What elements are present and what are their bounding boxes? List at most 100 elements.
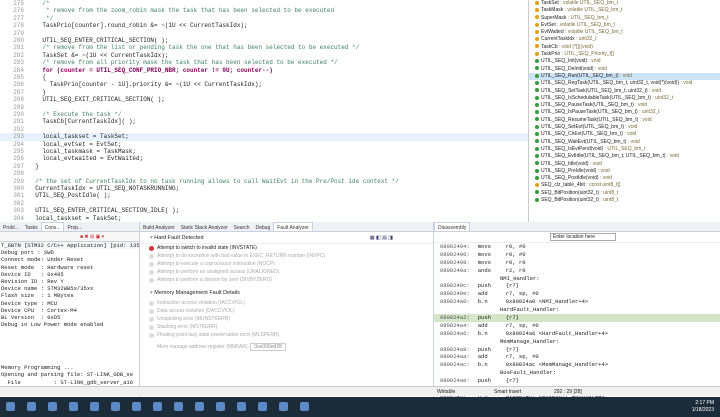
tab-build-analyzer[interactable]: Build Analyzer (140, 223, 178, 231)
outline-item[interactable]: TaskCb : void (*[])(void) (529, 44, 720, 51)
taskview-icon[interactable] (48, 402, 57, 411)
outline-item[interactable]: EvtSet : volatile UTIL_SEQ_bm_t (529, 22, 720, 29)
code-line[interactable]: 275 /* (0, 0, 528, 7)
code-line[interactable]: 304 local_taskset = TaskSet; (0, 215, 528, 222)
explorer-icon[interactable] (69, 402, 78, 411)
outline-item[interactable]: EvtWaited : volatile UTIL_SEQ_bm_t (529, 29, 720, 36)
outline-item[interactable]: UTIL_SEQ_RegTask(UTIL_SEQ_bm_t, uint32_t… (529, 80, 720, 87)
search-icon[interactable] (27, 402, 36, 411)
code-line[interactable]: 280 UTIL_SEQ_ENTER_CRITICAL_SECTION( ); (0, 37, 528, 44)
disasm-line[interactable]: 080024a2: push {r7} (434, 314, 720, 322)
tab-static-stack-analyzer[interactable]: Static Stack Analyzer (178, 223, 231, 231)
disasm-line[interactable]: 080024aa: add r7, sp, #0 (434, 353, 720, 361)
tab-debug[interactable]: Debug (253, 223, 274, 231)
code-line[interactable]: 294 local_evtset = EvtSet; (0, 141, 528, 148)
code-line[interactable]: 287 } (0, 89, 528, 96)
code-line[interactable]: 276 * remove from the zoom_robin mask th… (0, 7, 528, 14)
code-line[interactable]: 277 */ (0, 15, 528, 22)
outline-item[interactable]: UTIL_SEQ_PreIdle(void) : void (529, 168, 720, 175)
tab-disassembly[interactable]: Disassembly (434, 222, 471, 231)
outline-item[interactable]: UTIL_SEQ_IsEvtPend(void) : UTIL_SEQ_bm_t (529, 146, 720, 153)
code-line[interactable]: 288 UTIL_SEQ_EXIT_CRITICAL_SECTION( ); (0, 96, 528, 103)
disasm-line[interactable]: 0800249a: ands r2, r0 (434, 267, 720, 275)
settings-icon[interactable] (237, 402, 246, 411)
terminate-icon[interactable]: ■ ✖ ⊞ ▣ ▾ (80, 234, 104, 240)
code-line[interactable]: 289 (0, 104, 528, 111)
outline-item[interactable]: UTIL_SEQ_IsSchedulableTask(UTIL_SEQ_bm_t… (529, 95, 720, 102)
outline-item[interactable]: TaskMask : volatile UTIL_SEQ_bm_t (529, 7, 720, 14)
code-line[interactable]: 297 } (0, 163, 528, 170)
disasm-line[interactable]: 080024ae: push {r7} (434, 377, 720, 385)
outline-item[interactable]: TaskPrio : UTIL_SEQ_Priority_t[] (529, 51, 720, 58)
app-icon[interactable] (300, 402, 309, 411)
code-editor[interactable]: 275 /* 276 * remove from the zoom_robin m… (0, 0, 528, 222)
outline-item[interactable]: UTIL_SEQ_PostIdle(void) : void (529, 175, 720, 182)
store-icon[interactable] (216, 402, 225, 411)
clock-date[interactable]: 1/18/2023 (692, 407, 714, 414)
location-input[interactable]: Enter location here (550, 233, 616, 241)
code-line[interactable]: 303 UTIL_SEQ_ENTER_CRITICAL_SECTION_IDLE… (0, 207, 528, 214)
code-line[interactable]: 291 TaskCb[CurrentTaskIdx]( ); (0, 118, 528, 125)
tab-fault-analyzer[interactable]: Fault Analyzer (273, 222, 313, 231)
outline-item[interactable]: UTIL_SEQ_SetEvt(UTIL_SEQ_bm_t) : void (529, 124, 720, 131)
outline-item[interactable]: SEQ_clz_table_4bit : const uint8_t[] (529, 182, 720, 189)
disasm-line[interactable]: 08002498: movs r0, r0 (434, 259, 720, 267)
tab-probl-[interactable]: Probl... (0, 223, 22, 231)
outline-item[interactable]: UTIL_SEQ_SetTask(UTIL_SEQ_bm_t, uint32_t… (529, 88, 720, 95)
outline-item[interactable]: UTIL_SEQ_Run(UTIL_SEQ_bm_t) : void (529, 72, 720, 81)
terminal-icon[interactable] (195, 402, 204, 411)
chrome-icon[interactable] (111, 402, 120, 411)
ide-icon[interactable] (174, 402, 183, 411)
code-line[interactable]: 293 local_taskset = TaskSet; (0, 133, 528, 141)
disasm-line[interactable]: BusFault_Handler: (434, 369, 720, 377)
disasm-line[interactable]: 080024a8: push {r7} (434, 346, 720, 354)
code-line[interactable]: 279 (0, 30, 528, 37)
code-line[interactable]: 290 /* Execute the task */ (0, 111, 528, 118)
code-line[interactable]: 284 for (counter = UTIL_SEQ_CONF_PRIO_NB… (0, 67, 528, 74)
collapse-icon[interactable]: ▾ (150, 290, 153, 296)
code-line[interactable]: 286 TaskPrio[counter - 1U].priority &= ~… (0, 81, 528, 88)
disasm-line[interactable]: 080024a6: b.n 0x80024a6 <HardFault_Handler… (434, 330, 720, 338)
start-icon[interactable] (6, 402, 15, 411)
outline-item[interactable]: TaskSet : volatile UTIL_SEQ_bm_t (529, 0, 720, 7)
code-line[interactable]: 299 /* the set of CurrentTaskIdx to no t… (0, 178, 528, 185)
outline-item[interactable]: UTIL_SEQ_Idle(void) : void (529, 161, 720, 168)
code-line[interactable]: 278 TaskPrio[counter].round_robin &= ~(1… (0, 22, 528, 29)
code-line[interactable]: 282 TaskSet &= ~(1U << CurrentTaskIdx); (0, 52, 528, 59)
code-line[interactable]: 285 { (0, 74, 528, 81)
tab-search[interactable]: Search (231, 223, 253, 231)
code-line[interactable]: 298 (0, 170, 528, 177)
outline-item[interactable]: CurrentTaskIdx : uint32_t (529, 36, 720, 43)
app-icon[interactable] (258, 402, 267, 411)
teams-icon[interactable] (153, 402, 162, 411)
code-line[interactable]: 283 /* remove from all priority mask the… (0, 59, 528, 66)
outline-item[interactable]: SEQ_BitPosition(uint32_t) : uint8_t (529, 190, 720, 197)
code-line[interactable]: 281 /* remove from the list or pending t… (0, 44, 528, 51)
disasm-line[interactable]: HardFault_Handler: (434, 306, 720, 314)
code-line[interactable]: 301 UTIL_SEQ_PostIdle( ); (0, 192, 528, 199)
disasm-line[interactable]: MemManage_Handler: (434, 338, 720, 346)
app-icon[interactable] (279, 402, 288, 411)
mail-icon[interactable] (132, 402, 141, 411)
clock-time[interactable]: 2:17 PM (692, 400, 714, 407)
disasm-line[interactable]: 0800249c: push {r7} (434, 282, 720, 290)
disasm-line[interactable]: 080024a4: add r7, sp, #0 (434, 322, 720, 330)
tab-cons-[interactable]: Cons... (40, 222, 65, 231)
mmfar-field[interactable]: 0xe000ed28 (250, 343, 286, 351)
code-line[interactable]: 296 local_evtwaited = EvtWaited; (0, 155, 528, 162)
disasm-line[interactable]: 080024a0: b.n 0x80024a0 <NMI_Handler+4> (434, 298, 720, 306)
tab-tasks[interactable]: Tasks (22, 223, 41, 231)
disasm-line[interactable]: 080024ac: b.n 0x80024ac <MemManage_Handler… (434, 361, 720, 369)
outline-item[interactable]: UTIL_SEQ_IsPauseTask(UTIL_SEQ_bm_t) : ui… (529, 109, 720, 116)
disasm-line[interactable]: 08002496: movs r0, #0 (434, 251, 720, 259)
outline-item[interactable]: UTIL_SEQ_Init(void) : void (529, 58, 720, 65)
code-line[interactable]: 292 (0, 126, 528, 133)
outline-item[interactable]: UTIL_SEQ_ResumeTask(UTIL_SEQ_bm_t) : voi… (529, 117, 720, 124)
disasm-line[interactable]: NMI_Handler: (434, 275, 720, 283)
outline-item[interactable]: UTIL_SEQ_PauseTask(UTIL_SEQ_bm_t) : void (529, 102, 720, 109)
collapse-icon[interactable]: ▾ (150, 235, 153, 241)
outline-item[interactable]: UTIL_SEQ_EvtIdle(UTIL_SEQ_bm_t, UTIL_SEQ… (529, 153, 720, 160)
outline-item[interactable]: SuperMask : UTIL_SEQ_bm_t (529, 15, 720, 22)
outline-item[interactable]: UTIL_SEQ_WaitEvt(UTIL_SEQ_bm_t) : void (529, 139, 720, 146)
outline-item[interactable]: UTIL_SEQ_DeInit(void) : void (529, 66, 720, 73)
